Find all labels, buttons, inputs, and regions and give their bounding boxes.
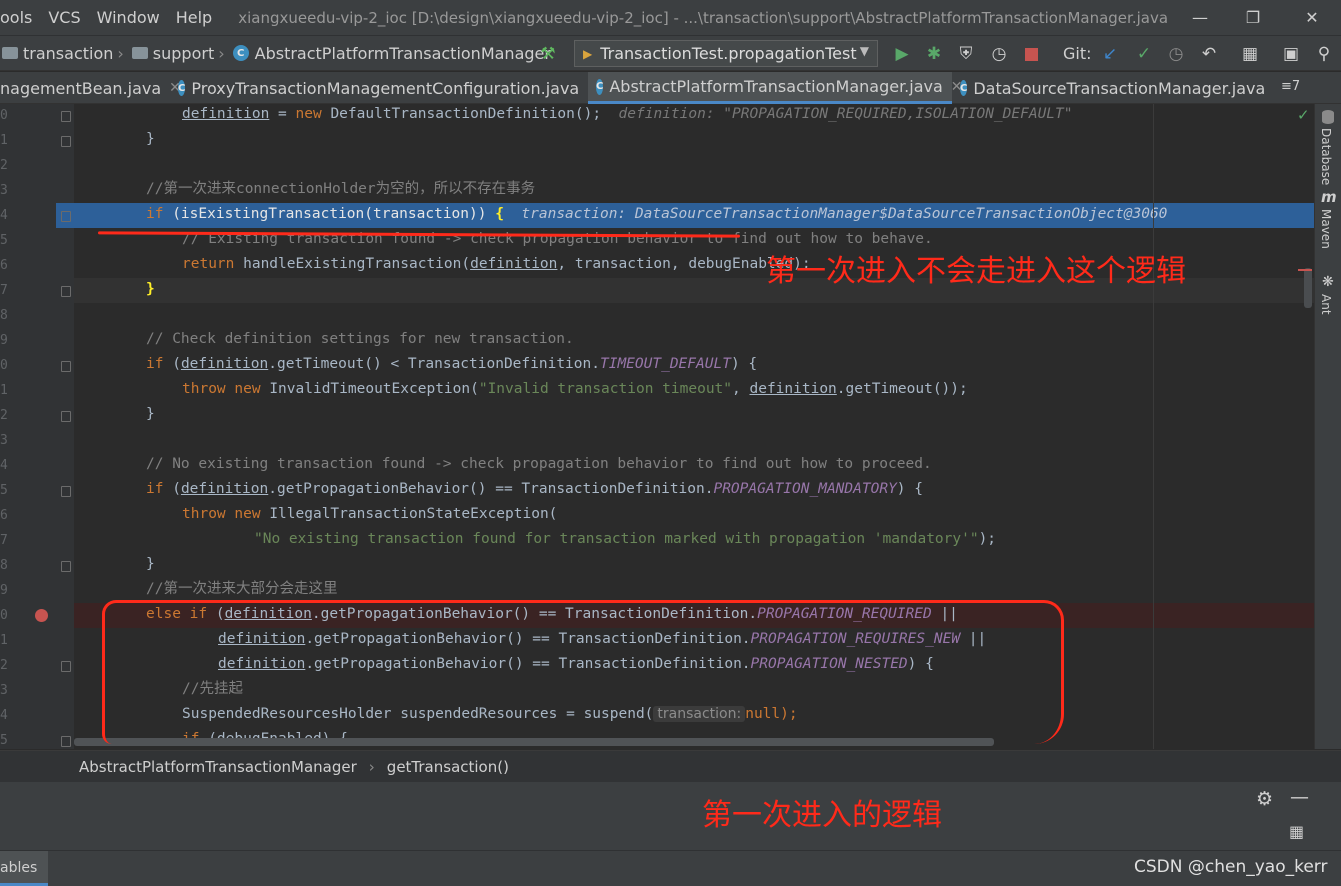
fold-marker-icon[interactable] xyxy=(61,411,71,422)
folder-icon xyxy=(2,47,18,59)
ant-icon: ❋ xyxy=(1322,274,1334,290)
fold-marker-icon[interactable] xyxy=(61,561,71,572)
class-icon: C xyxy=(960,80,968,96)
close-icon[interactable]: ✕ xyxy=(1292,0,1332,35)
right-margin-guide xyxy=(1153,104,1154,749)
hide-panel-icon[interactable]: — xyxy=(1290,786,1309,808)
editor-tab-bar: nagementBean.java ✕ C ProxyTransactionMa… xyxy=(0,72,1341,104)
fold-marker-icon[interactable] xyxy=(61,136,71,147)
git-commit-icon[interactable]: ✓ xyxy=(1134,44,1154,64)
code-line: // Check definition settings for new tra… xyxy=(146,331,574,347)
inspection-ok-icon[interactable]: ✓ xyxy=(1297,106,1310,124)
menu-window[interactable]: Window xyxy=(89,8,168,27)
code-line: // No existing transaction found -> chec… xyxy=(146,456,932,472)
rollback-icon[interactable]: ↶ xyxy=(1199,44,1219,64)
menu-tools[interactable]: ools xyxy=(0,8,40,27)
gear-icon[interactable]: ⚙ xyxy=(1256,788,1273,810)
menu-bar: ools VCS Window Help xiangxueedu-vip-2_i… xyxy=(0,0,1341,35)
breadcrumb-class[interactable]: AbstractPlatformTransactionManager xyxy=(79,758,357,776)
editor-gutter[interactable]: 0 1 2 3 4 5 6 7 8 9 0 1 2 3 4 5 6 7 8 9 … xyxy=(0,104,74,749)
code-editor[interactable]: 0 1 2 3 4 5 6 7 8 9 0 1 2 3 4 5 6 7 8 9 … xyxy=(0,104,1314,749)
folder-icon xyxy=(131,47,148,59)
git-label: Git: xyxy=(1063,44,1092,63)
class-icon: C xyxy=(178,80,186,96)
menu-vcs[interactable]: VCS xyxy=(40,8,88,27)
code-line: throw new InvalidTimeoutException("Inval… xyxy=(182,381,968,397)
annotation-first-enter-logic: 第一次进入的逻辑 xyxy=(702,798,942,833)
nav-crumb-support[interactable]: support › xyxy=(131,44,229,63)
project-structure-icon[interactable]: ▦ xyxy=(1240,44,1260,64)
nav-crumb-class[interactable]: C AbstractPlatformTransactionManager xyxy=(232,44,551,63)
class-icon: C xyxy=(596,78,604,95)
navigation-bar: transaction › support › C AbstractPlatfo… xyxy=(0,35,1341,71)
fold-marker-icon[interactable] xyxy=(61,111,71,122)
window-title: xiangxueedu-vip-2_ioc [D:\design\xiangxu… xyxy=(238,8,1169,27)
code-line: } xyxy=(146,556,155,572)
fold-marker-icon[interactable] xyxy=(61,486,71,497)
chevron-down-icon: ▼ xyxy=(859,44,869,58)
coverage-icon[interactable]: ⛨ xyxy=(956,44,976,64)
tab-datasource-tm[interactable]: C DataSourceTransactionManager.java xyxy=(954,72,1265,104)
layout-icon[interactable]: ▦ xyxy=(1289,822,1304,841)
code-line: throw new IllegalTransactionStateExcepti… xyxy=(182,506,558,522)
code-line: } xyxy=(146,131,155,147)
menu-help[interactable]: Help xyxy=(168,8,220,27)
stop-icon[interactable] xyxy=(1021,44,1041,64)
inline-debug-value: transaction: DataSourceTransactionManage… xyxy=(521,206,1168,222)
code-line: } xyxy=(146,406,155,422)
code-line: //第一次进来大部分会走这里 xyxy=(146,581,338,597)
history-icon[interactable]: ◷ xyxy=(1166,44,1186,64)
profile-icon[interactable]: ◷ xyxy=(989,44,1009,64)
code-line: if (definition.getTimeout() < Transactio… xyxy=(146,356,758,372)
code-line: definition = new DefaultTransactionDefin… xyxy=(182,106,1073,122)
run-config-dropdown[interactable]: ▶ TransactionTest.propagationTest ▼ xyxy=(574,40,878,67)
run-config-icon: ▶ xyxy=(583,46,593,61)
bottom-tool-panel: 第一次进入的逻辑 ⚙ — ▦ xyxy=(0,782,1341,850)
code-line: if (definition.getPropagationBehavior() … xyxy=(146,481,923,497)
database-icon xyxy=(1322,110,1334,124)
annotation-first-not-enter: 第一次进入不会走进入这个逻辑 xyxy=(766,254,1186,289)
tab-proxy-config[interactable]: C ProxyTransactionManagementConfiguratio… xyxy=(172,72,599,104)
tool-window-ant[interactable]: Ant xyxy=(1319,294,1333,315)
fold-marker-icon[interactable] xyxy=(61,211,71,222)
code-line: //第一次进来connectionHolder为空的，所以不存在事务 xyxy=(146,181,536,197)
vertical-scrollbar[interactable] xyxy=(1304,268,1312,308)
inline-debug-value: definition: "PROPAGATION_REQUIRED,ISOLAT… xyxy=(618,106,1073,122)
tool-window-database[interactable]: Database xyxy=(1319,128,1333,185)
tab-overflow-button[interactable]: ≡7 xyxy=(1281,79,1300,94)
fold-marker-icon[interactable] xyxy=(61,661,71,672)
variables-tab[interactable]: ables xyxy=(0,851,48,886)
annotation-circle xyxy=(102,600,1064,744)
fold-marker-icon[interactable] xyxy=(61,736,71,747)
code-line: "No existing transaction found for trans… xyxy=(254,531,997,547)
code-line: if (isExistingTransaction(transaction)) … xyxy=(146,206,1168,222)
fold-marker-icon[interactable] xyxy=(61,286,71,297)
breakpoint-icon[interactable] xyxy=(35,609,48,622)
search-icon[interactable]: ⚲ xyxy=(1314,44,1334,64)
code-line: } xyxy=(146,281,155,297)
tab-management-bean[interactable]: nagementBean.java ✕ xyxy=(0,72,181,104)
git-update-icon[interactable]: ↙ xyxy=(1100,44,1120,64)
right-tool-strip: Database m Maven ❋ Ant xyxy=(1314,104,1341,749)
status-bar: ables CSDN @chen_yao_kerr xyxy=(0,850,1341,886)
nav-crumb-transaction[interactable]: transaction › xyxy=(2,44,128,63)
tab-abstract-platform-tm[interactable]: C AbstractPlatformTransactionManager.jav… xyxy=(588,72,963,104)
fold-marker-icon[interactable] xyxy=(61,361,71,372)
run-icon[interactable]: ▶ xyxy=(892,44,912,64)
watermark: CSDN @chen_yao_kerr xyxy=(1134,857,1328,877)
maximize-icon[interactable]: ❐ xyxy=(1233,0,1273,35)
code-line: return handleExistingTransaction(definit… xyxy=(182,256,811,272)
code-breadcrumb: AbstractPlatformTransactionManager › get… xyxy=(0,750,1341,782)
minimize-icon[interactable]: — xyxy=(1180,0,1220,35)
terminal-icon[interactable]: ▣ xyxy=(1281,44,1301,64)
build-hammer-icon[interactable]: ⚒ xyxy=(538,44,558,64)
breadcrumb-method[interactable]: getTransaction() xyxy=(387,758,509,776)
maven-icon: m xyxy=(1321,188,1337,206)
class-icon: C xyxy=(232,45,249,61)
debug-icon[interactable]: ✱ xyxy=(924,44,944,64)
tool-window-maven[interactable]: Maven xyxy=(1319,209,1333,249)
error-stripe-mark xyxy=(1298,269,1312,271)
